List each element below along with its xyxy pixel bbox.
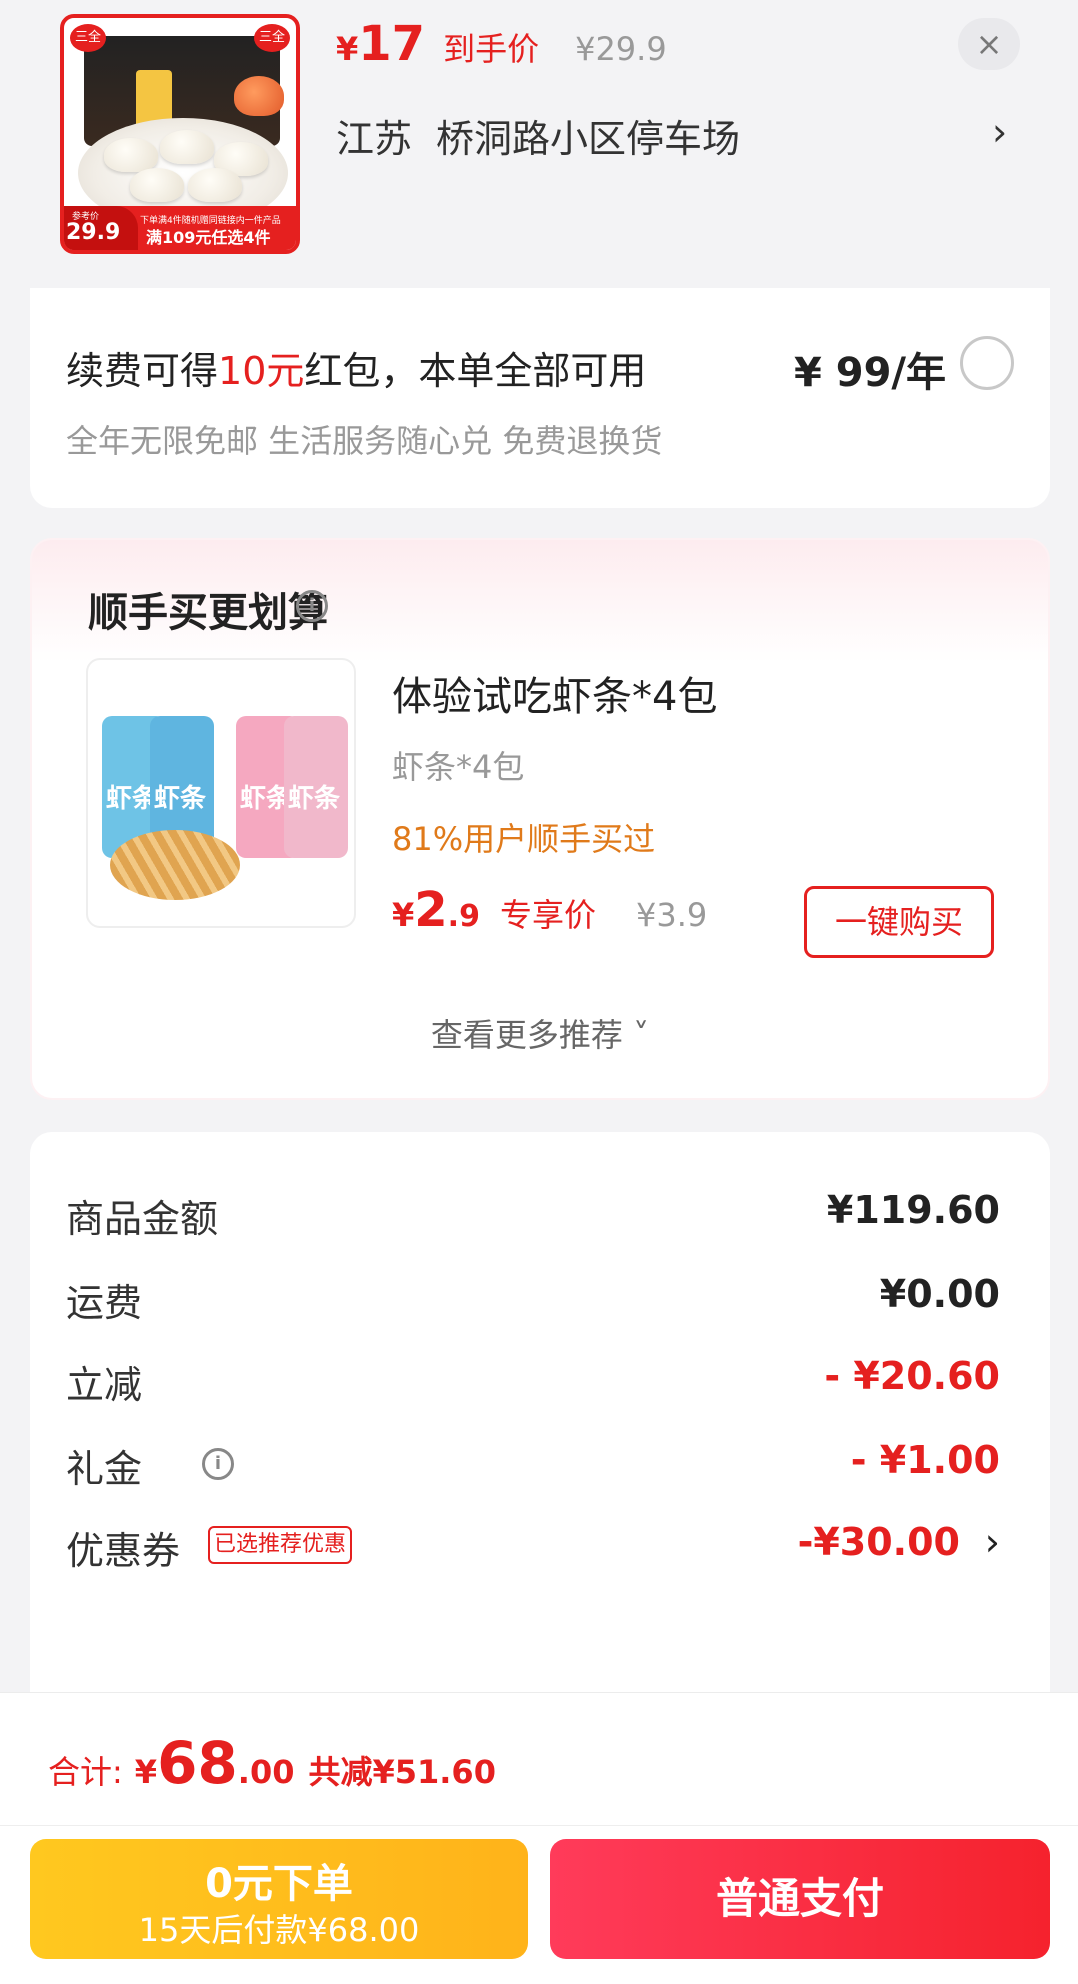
final-price: 17 — [358, 16, 426, 72]
summary-row-gift-money: 礼金 i - ¥1.00 — [66, 1438, 1000, 1498]
brand-logo: 三全 — [70, 24, 106, 52]
summary-label: 优惠券 — [66, 1529, 181, 1573]
close-button[interactable]: × — [958, 18, 1020, 70]
product-thumbnail[interactable]: 三全 三全 参考价 29.9 下单满4件随机赠同链接内一件产品 满109元任选4… — [60, 14, 300, 254]
summary-value: - ¥20.60 — [824, 1354, 1000, 1398]
checkout-bar: 合计: ¥ 68 .00 共减¥51.60 0元下单 15天后付款¥68.00 … — [0, 1692, 1078, 1984]
bag-label: 虾条 — [154, 784, 207, 814]
product-header: 三全 三全 参考价 29.9 下单满4件随机赠同链接内一件产品 满109元任选4… — [0, 0, 1078, 288]
order-total: 合计: ¥ 68 .00 共减¥51.60 — [48, 1729, 496, 1797]
upsell-price-decimal: .9 — [447, 899, 480, 934]
original-price: ¥29.9 — [575, 30, 667, 68]
total-decimal: .00 — [237, 1753, 295, 1791]
dumpling — [188, 168, 242, 202]
summary-label: 立减 — [66, 1363, 143, 1407]
shrimp-image — [234, 76, 284, 116]
chevron-right-icon[interactable]: › — [985, 1520, 1000, 1564]
one-click-buy-button[interactable]: 一键购买 — [804, 886, 994, 958]
dumpling — [104, 138, 158, 172]
membership-price: ¥ 99/年 — [794, 350, 947, 396]
upsell-price-integer: 2 — [414, 882, 448, 938]
upsell-price: ¥ 2 .9 专享价 ¥3.9 — [392, 882, 707, 938]
pay-later-sub: 15天后付款¥68.00 — [138, 1911, 420, 1949]
coupon-value: -¥30.00 — [797, 1520, 960, 1564]
snack-bag: 虾条 — [284, 716, 348, 858]
info-icon[interactable]: i — [296, 590, 328, 622]
summary-value: ¥119.60 — [826, 1188, 1000, 1232]
upsell-social-proof: 81%用户顺手买过 — [392, 820, 656, 858]
membership-benefits: 全年无限免邮 生活服务随心兑 免费退换货 — [66, 422, 663, 460]
membership-offer: 续费可得 10元 红包，本单全部可用 — [66, 340, 646, 395]
summary-row-subtotal: 商品金额 ¥119.60 — [66, 1188, 1000, 1248]
upsell-product-spec: 虾条*4包 — [392, 748, 525, 786]
more-recommendations-link[interactable]: 查看更多推荐 ˅ — [32, 1010, 1048, 1056]
bag-label: 虾条 — [288, 784, 341, 814]
delivery-address[interactable]: 江苏 桥洞路小区停车场 — [336, 108, 740, 163]
membership-offer-amount: 10元 — [218, 349, 305, 393]
upsell-original-price: ¥3.9 — [635, 896, 708, 934]
upsell-price-label: 专享价 — [499, 896, 596, 934]
summary-value: ¥0.00 — [879, 1272, 1000, 1316]
chevron-right-icon[interactable]: › — [992, 110, 1007, 154]
brand-logo: 三全 — [254, 24, 290, 52]
address-detail: 桥洞路小区停车场 — [436, 117, 741, 161]
summary-row-coupon[interactable]: 优惠券 已选推荐优惠 -¥30.00 › — [66, 1520, 1000, 1580]
promo-big-text: 满109元任选4件 — [146, 228, 271, 247]
summary-label: 礼金 — [66, 1447, 143, 1491]
membership-radio[interactable] — [960, 336, 1014, 390]
reference-price-value: 29.9 — [66, 220, 121, 245]
coupon-applied-tag: 已选推荐优惠 — [208, 1526, 353, 1564]
upsell-card: 顺手买更划算 i 虾条 虾条 虾条 虾条 体验试吃虾条*4包 虾条*4包 81%… — [30, 538, 1050, 1100]
address-province: 江苏 — [336, 117, 413, 161]
membership-offer-suffix: 红包，本单全部可用 — [304, 349, 647, 393]
price-line: ¥ 17 到手价 ¥29.9 — [336, 16, 667, 76]
total-currency: ¥ — [134, 1753, 158, 1791]
upsell-product-image[interactable]: 虾条 虾条 虾条 虾条 — [86, 658, 356, 928]
close-icon: × — [975, 25, 1003, 63]
info-icon[interactable]: i — [202, 1448, 234, 1480]
upsell-price-currency: ¥ — [392, 896, 415, 934]
order-summary-card: 商品金额 ¥119.60 运费 ¥0.00 立减 - ¥20.60 礼金 i -… — [30, 1132, 1050, 1692]
divider — [0, 1825, 1078, 1826]
dumpling — [130, 168, 184, 202]
pay-later-main: 0元下单 — [205, 1861, 353, 1907]
price-currency: ¥ — [336, 30, 359, 68]
summary-value: - ¥1.00 — [850, 1438, 1000, 1482]
summary-label: 运费 — [66, 1281, 143, 1325]
membership-offer-prefix: 续费可得 — [66, 349, 219, 393]
total-label: 合计: — [48, 1753, 123, 1791]
total-integer: 68 — [157, 1729, 238, 1797]
normal-pay-button[interactable]: 普通支付 — [550, 1839, 1050, 1959]
total-saved: 共减¥51.60 — [308, 1753, 496, 1791]
summary-label: 商品金额 — [66, 1197, 219, 1241]
pay-later-button[interactable]: 0元下单 15天后付款¥68.00 — [30, 1839, 528, 1959]
summary-row-shipping: 运费 ¥0.00 — [66, 1272, 1000, 1332]
upsell-product-name[interactable]: 体验试吃虾条*4包 — [392, 664, 717, 722]
dumpling — [160, 130, 214, 164]
reference-price-badge: 参考价 29.9 — [64, 206, 138, 250]
summary-row-instant-discount: 立减 - ¥20.60 — [66, 1354, 1000, 1414]
snack-bowl — [110, 830, 240, 900]
upsell-title: 顺手买更划算 — [88, 590, 328, 636]
final-price-label: 到手价 — [443, 30, 540, 68]
